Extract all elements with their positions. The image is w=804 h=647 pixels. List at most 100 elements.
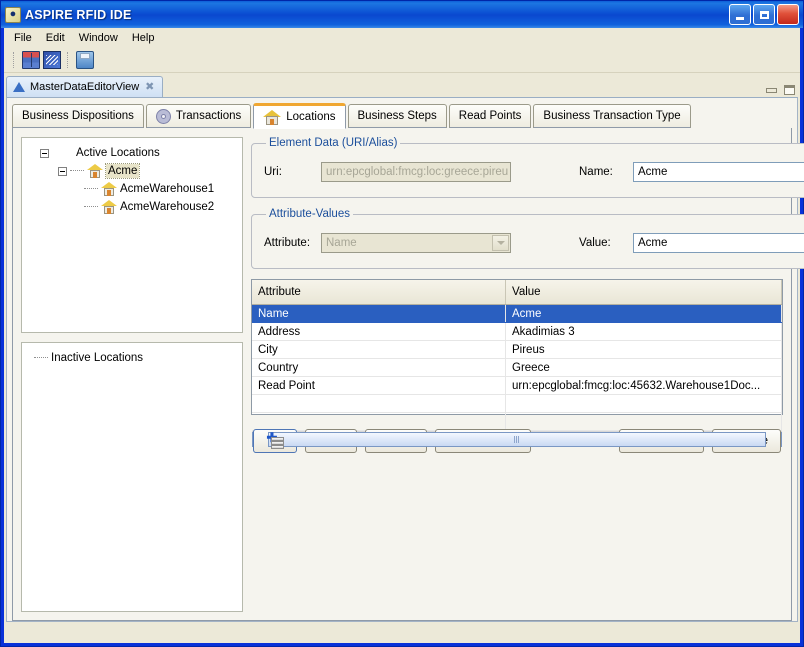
app-icon: ●	[5, 6, 21, 23]
tab-read-points[interactable]: Read Points	[448, 104, 532, 128]
horizontal-scrollbar[interactable]: ❮ ❯	[252, 431, 782, 447]
inactive-locations-tree[interactable]: Inactive Locations	[21, 342, 243, 612]
menu-file[interactable]: File	[7, 30, 39, 46]
tab-transactions[interactable]: Transactions	[145, 104, 252, 128]
tree-connector	[84, 188, 98, 190]
name-input[interactable]: Acme	[633, 162, 804, 182]
cell-attribute: City	[252, 340, 506, 359]
cell-value: Acme	[505, 304, 782, 323]
value-input[interactable]: Acme	[633, 233, 804, 253]
table-row[interactable]: City Pireus	[252, 340, 782, 359]
toolbar-separator	[13, 52, 16, 68]
scrollbar-grip-icon	[514, 436, 520, 443]
chevron-down-icon[interactable]	[492, 235, 509, 251]
cell-attribute	[252, 394, 506, 413]
print-icon[interactable]	[76, 51, 94, 69]
table-header-row: Attribute Value	[252, 280, 782, 305]
cell-attribute: Country	[252, 358, 506, 377]
add-database-icon: ✚	[267, 431, 284, 449]
view-maximize-icon[interactable]	[784, 85, 795, 95]
tree-connector	[84, 206, 98, 208]
tab-business-dispositions[interactable]: Business Dispositions	[12, 104, 144, 128]
tree-node-label: Active Locations	[76, 147, 160, 159]
uri-input[interactable]: urn:epcglobal:fmcg:loc:greece:pireu	[321, 162, 511, 182]
location-icon	[101, 199, 117, 215]
cell-value: Greece	[505, 358, 782, 377]
attribute-values-group: Attribute-Values Attribute: Name Value:	[251, 208, 804, 269]
cell-attribute: Name	[252, 304, 506, 323]
tab-label: Business Transaction Type	[543, 110, 681, 122]
table-row[interactable]: Country Greece	[252, 358, 782, 377]
scrollbar-track[interactable]	[268, 432, 766, 447]
window-controls	[729, 4, 799, 25]
column-header-value[interactable]: Value	[505, 280, 782, 305]
application-window: ● ASPIRE RFID IDE File Edit Window Help	[0, 0, 804, 647]
network-icon[interactable]	[43, 51, 61, 69]
tool-bar	[4, 48, 800, 73]
table-row[interactable]: Address Akadimias 3	[252, 322, 782, 341]
table-row[interactable]	[252, 394, 782, 413]
editor-area: MasterDataEditorView ✖ Business Disposit…	[6, 75, 804, 622]
tab-locations[interactable]: Locations	[253, 103, 346, 129]
attributes-grid: Attribute Value Name Acme Address Akadim…	[252, 280, 782, 431]
name-label: Name:	[579, 166, 613, 178]
tree-node-label: AcmeWarehouse1	[120, 183, 215, 195]
tab-business-steps[interactable]: Business Steps	[347, 104, 447, 128]
uri-row: Uri: urn:epcglobal:fmcg:loc:greece:pireu…	[264, 162, 804, 182]
attribute-values-legend: Attribute-Values	[269, 208, 350, 220]
attributes-table[interactable]: Attribute Value Name Acme Address Akadim…	[251, 279, 783, 447]
database-icon[interactable]	[22, 51, 40, 69]
attribute-row: Attribute: Name Value: Acme	[264, 233, 804, 253]
menu-help[interactable]: Help	[125, 30, 162, 46]
tab-folder: Business Dispositions Transactions Locat…	[7, 98, 804, 621]
view-tab-label: MasterDataEditorView	[30, 81, 140, 93]
view-minimize-icon[interactable]	[766, 87, 777, 93]
cell-attribute: Address	[252, 322, 506, 341]
attribute-label: Attribute:	[264, 237, 311, 249]
attribute-select[interactable]: Name	[321, 233, 511, 253]
tree-node-label: Inactive Locations	[51, 352, 144, 364]
collapse-icon[interactable]	[40, 148, 49, 158]
menu-edit[interactable]: Edit	[39, 30, 72, 46]
location-icon	[101, 181, 117, 197]
tab-label: Locations	[286, 111, 336, 123]
attribute-select-value: Name	[326, 237, 357, 249]
active-locations-tree[interactable]: Active Locations Acme AcmeWarehouse1 Acm…	[21, 137, 243, 333]
scrollbar-thumb[interactable]	[268, 432, 766, 447]
menu-window[interactable]: Window	[72, 30, 125, 46]
table-row[interactable]: Name Acme	[252, 304, 782, 323]
status-bar	[4, 622, 800, 643]
tree-node-label: AcmeWarehouse2	[120, 201, 215, 213]
tree-node-acmewarehouse2[interactable]: AcmeWarehouse2	[26, 198, 238, 216]
tree-connector	[70, 170, 84, 172]
locations-panel: Active Locations Acme AcmeWarehouse1 Acm…	[12, 128, 804, 621]
cell-attribute: Read Point	[252, 376, 506, 395]
view-tab-masterdataeditorview[interactable]: MasterDataEditorView ✖	[6, 76, 164, 97]
minimize-button[interactable]	[729, 4, 751, 25]
table-row[interactable]: Read Point urn:epcglobal:fmcg:loc:45632.…	[252, 376, 782, 395]
tab-label: Business Dispositions	[22, 110, 134, 122]
tab-strip: Business Dispositions Transactions Locat…	[12, 103, 792, 129]
column-header-attribute[interactable]: Attribute	[252, 280, 506, 305]
collapse-icon[interactable]	[58, 166, 67, 176]
tab-business-transaction-type[interactable]: Business Transaction Type	[533, 104, 691, 128]
cell-value: Pireus	[505, 340, 782, 359]
tree-column: Active Locations Acme AcmeWarehouse1 Acm…	[21, 137, 243, 612]
tab-label: Transactions	[175, 110, 242, 122]
maximize-button[interactable]	[753, 4, 775, 25]
tree-node-inactive-locations[interactable]: Inactive Locations	[26, 349, 238, 367]
tab-label: Business Steps	[357, 110, 437, 122]
cell-value	[505, 394, 782, 413]
tree-node-active-locations[interactable]: Active Locations	[26, 144, 238, 162]
close-button[interactable]	[777, 4, 799, 25]
gear-icon	[155, 108, 171, 124]
view-window-controls	[766, 85, 795, 95]
tree-node-acme[interactable]: Acme	[26, 162, 238, 180]
tree-node-acmewarehouse1[interactable]: AcmeWarehouse1	[26, 180, 238, 198]
close-view-icon[interactable]: ✖	[144, 81, 155, 93]
view-icon	[13, 82, 25, 92]
window-title: ASPIRE RFID IDE	[25, 7, 132, 22]
view-tab-row: MasterDataEditorView ✖	[6, 75, 798, 97]
tab-label: Read Points	[458, 110, 522, 122]
house-icon	[263, 109, 282, 126]
